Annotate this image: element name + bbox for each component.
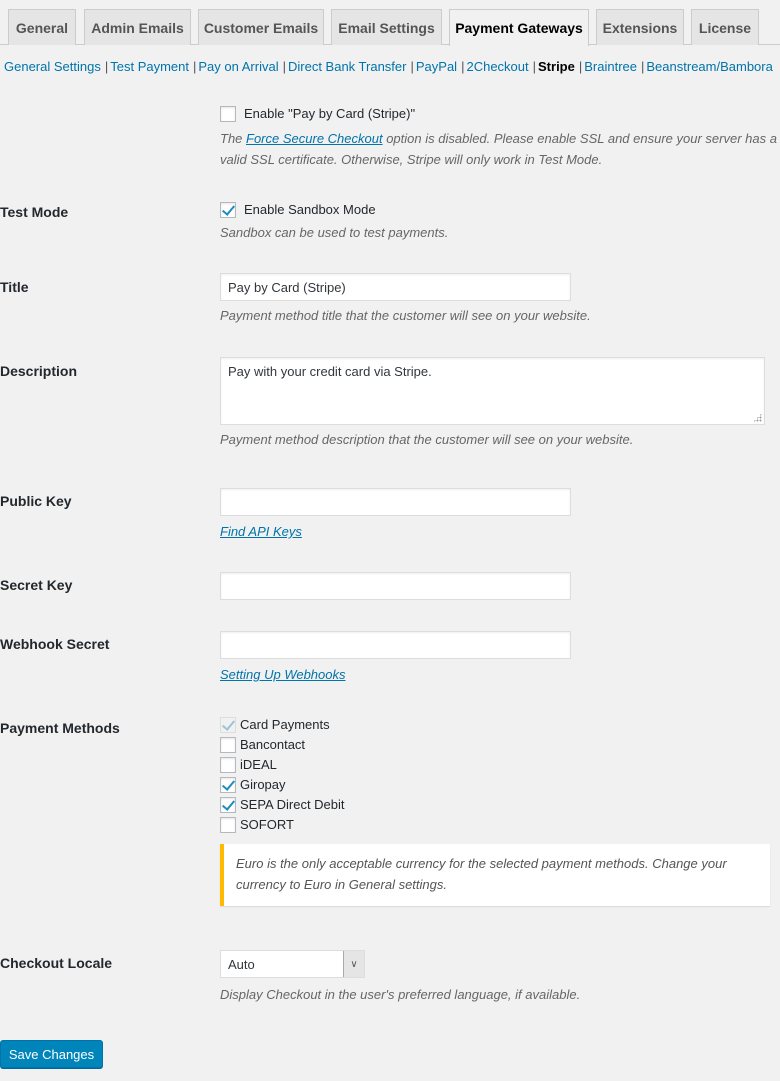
tab-payment-gateways[interactable]: Payment Gateways — [449, 9, 589, 46]
webhook-secret-input[interactable] — [220, 631, 571, 659]
public-key-help: Find API Keys — [220, 521, 571, 542]
tab-license[interactable]: License — [691, 9, 759, 45]
title-input[interactable] — [220, 273, 571, 301]
enable-description: The Force Secure Checkout option is disa… — [220, 128, 780, 170]
bancontact-checkbox[interactable] — [220, 737, 236, 753]
title-field: Payment method title that the customer w… — [220, 273, 591, 326]
public-key-input[interactable] — [220, 488, 571, 516]
ideal-label: iDEAL — [240, 757, 277, 772]
chevron-down-icon[interactable]: ∨ — [343, 951, 364, 977]
tab-email-settings[interactable]: Email Settings — [331, 9, 442, 45]
checkout-locale-label: Checkout Locale — [0, 955, 113, 971]
payment-methods-label: Payment Methods — [0, 720, 120, 736]
tab-extensions[interactable]: Extensions — [596, 9, 684, 45]
public-key-label: Public Key — [0, 493, 72, 509]
save-changes-button[interactable]: Save Changes — [0, 1040, 103, 1068]
subnav-separator: | — [461, 59, 465, 74]
tab-customer-emails[interactable]: Customer Emails — [198, 9, 324, 45]
subnav-paypal[interactable]: PayPal — [416, 59, 457, 74]
public-key-field: Find API Keys — [220, 488, 571, 542]
subnav-separator: | — [578, 59, 583, 74]
subnav-separator: | — [410, 59, 414, 74]
test-mode-label: Test Mode — [0, 204, 69, 220]
gateway-subnav: General Settings | Test Payment | Pay on Arr… — [4, 59, 773, 74]
subnav-direct-bank-transfer[interactable]: Direct Bank Transfer — [288, 59, 407, 74]
subnav-beanstream-bambora[interactable]: Beanstream/Bambora — [646, 59, 772, 74]
subnav-separator: | — [104, 59, 109, 74]
payment-method-item: Giropay — [220, 775, 770, 795]
bancontact-label: Bancontact — [240, 737, 306, 752]
force-secure-checkout-link[interactable]: Force Secure Checkout — [246, 131, 383, 146]
description-label: Description — [0, 363, 78, 379]
payment-methods-field: Card Payments Bancontact iDEAL Giropay S… — [220, 715, 770, 906]
giropay-checkbox[interactable] — [220, 777, 236, 793]
title-description: Payment method title that the customer w… — [220, 308, 591, 323]
sepa-direct-debit-label: SEPA Direct Debit — [240, 797, 345, 812]
resize-grip-icon[interactable] — [753, 413, 762, 422]
test-mode-field: Enable Sandbox Mode Sandbox can be used … — [220, 200, 448, 243]
sepa-direct-debit-checkbox[interactable] — [220, 797, 236, 813]
subnav-separator: | — [193, 59, 197, 74]
sandbox-mode-label: Enable Sandbox Mode — [244, 202, 376, 217]
checkout-locale-help: Display Checkout in the user's preferred… — [220, 987, 581, 1002]
description-textarea[interactable]: Pay with your credit card via Stripe. — [220, 357, 765, 425]
tab-general[interactable]: General — [8, 9, 76, 45]
checkout-locale-value: Auto — [228, 956, 255, 972]
subnav-test-payment[interactable]: Test Payment — [110, 59, 189, 74]
webhook-help: Setting Up Webhooks — [220, 664, 571, 685]
setting-up-webhooks-link[interactable]: Setting Up Webhooks — [220, 667, 346, 682]
payment-method-item: SOFORT — [220, 815, 770, 835]
payment-method-item: Card Payments — [220, 715, 770, 735]
card-payments-label: Card Payments — [240, 717, 330, 732]
desc-prefix: The — [220, 131, 247, 146]
secret-key-field — [220, 572, 571, 600]
card-payments-checkbox — [220, 717, 236, 733]
description-help: Payment method description that the cust… — [220, 432, 634, 447]
payment-method-item: SEPA Direct Debit — [220, 795, 770, 815]
payment-method-item: Bancontact — [220, 735, 770, 755]
currency-warning-notice: Euro is the only acceptable currency for… — [220, 844, 770, 906]
sofort-checkbox[interactable] — [220, 817, 236, 833]
sandbox-mode-checkbox[interactable] — [220, 202, 236, 218]
sandbox-description: Sandbox can be used to test payments. — [220, 225, 449, 240]
tab-admin-emails[interactable]: Admin Emails — [84, 9, 191, 45]
subnav-stripe: Stripe — [538, 59, 575, 74]
secret-key-label: Secret Key — [0, 577, 73, 593]
title-label: Title — [0, 279, 29, 295]
subnav-general-settings[interactable]: General Settings — [4, 59, 101, 74]
subnav-separator: | — [282, 59, 286, 74]
webhook-secret-field: Setting Up Webhooks — [220, 631, 571, 685]
subnav-separator: | — [532, 59, 537, 74]
find-api-keys-link[interactable]: Find API Keys — [220, 524, 302, 539]
enable-stripe-checkbox[interactable] — [220, 106, 236, 122]
checkout-locale-select[interactable]: Auto ∨ — [220, 950, 365, 978]
enable-field: Enable "Pay by Card (Stripe)" The Force … — [220, 104, 780, 170]
subnav-2checkout[interactable]: 2Checkout — [466, 59, 528, 74]
subnav-separator: | — [641, 59, 645, 74]
subnav-pay-on-arrival[interactable]: Pay on Arrival — [198, 59, 278, 74]
description-text: Pay with your credit card via Stripe. — [228, 364, 432, 379]
sofort-label: SOFORT — [240, 817, 294, 832]
subnav-braintree[interactable]: Braintree — [584, 59, 637, 74]
settings-tabs: General Admin Emails Customer Emails Ema… — [0, 0, 780, 46]
secret-key-input[interactable] — [220, 572, 571, 600]
enable-stripe-label: Enable "Pay by Card (Stripe)" — [244, 106, 416, 121]
checkout-locale-field: Auto ∨ Display Checkout in the user's pr… — [220, 950, 580, 1005]
webhook-secret-label: Webhook Secret — [0, 636, 110, 652]
description-field: Pay with your credit card via Stripe. Pa… — [220, 357, 765, 450]
payment-method-item: iDEAL — [220, 755, 770, 775]
giropay-label: Giropay — [240, 777, 286, 792]
ideal-checkbox[interactable] — [220, 757, 236, 773]
